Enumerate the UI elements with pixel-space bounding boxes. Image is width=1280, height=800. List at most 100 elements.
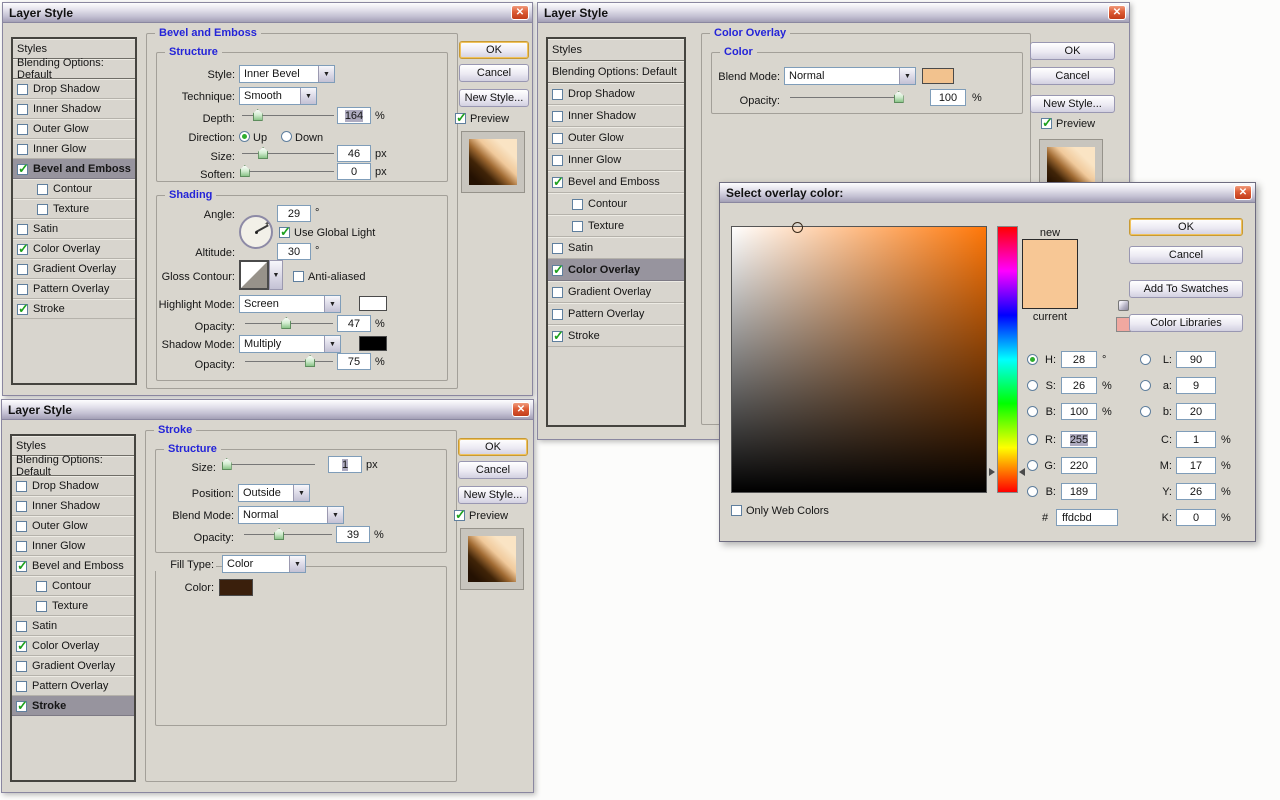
checkbox[interactable]: [552, 154, 563, 166]
ok-button[interactable]: OK: [1129, 218, 1243, 236]
checkbox[interactable]: [17, 223, 28, 235]
blend-mode-select[interactable]: Normal ▼: [784, 67, 916, 85]
chevron-down-icon[interactable]: ▼: [899, 68, 915, 84]
checkbox[interactable]: [16, 638, 28, 654]
styles-list-item[interactable]: Color Overlay: [13, 239, 135, 259]
styles-list-item[interactable]: Drop Shadow: [13, 79, 135, 99]
shadow-opacity-input[interactable]: 75: [337, 353, 371, 370]
styles-list-item[interactable]: Color Overlay: [12, 636, 134, 656]
direction-down-radio[interactable]: [281, 131, 292, 142]
gloss-contour-picker[interactable]: [239, 260, 269, 290]
shadow-mode-select[interactable]: Multiply ▼: [239, 335, 341, 353]
color-libraries-button[interactable]: Color Libraries: [1129, 314, 1243, 332]
direction-up-radio[interactable]: [239, 131, 250, 142]
fill-type-select[interactable]: Color ▼: [222, 555, 306, 573]
b-input[interactable]: 100: [1061, 403, 1097, 420]
close-icon[interactable]: ✕: [512, 402, 530, 417]
title-bar[interactable]: Layer Style ✕: [2, 400, 533, 420]
new-style-button[interactable]: New Style...: [458, 486, 528, 504]
styles-list-item[interactable]: Pattern Overlay: [12, 676, 134, 696]
ok-button[interactable]: OK: [459, 41, 529, 59]
styles-list-item[interactable]: Texture: [548, 215, 684, 237]
checkbox[interactable]: [17, 83, 28, 95]
l-input[interactable]: 90: [1176, 351, 1216, 368]
checkbox[interactable]: [37, 203, 48, 215]
checkbox[interactable]: [552, 308, 563, 320]
checkbox[interactable]: [552, 88, 563, 100]
cancel-button[interactable]: Cancel: [1129, 246, 1243, 264]
s-input[interactable]: 26: [1061, 377, 1097, 394]
a-input[interactable]: 9: [1176, 377, 1216, 394]
anti-aliased-checkbox[interactable]: [293, 271, 304, 282]
checkbox[interactable]: [17, 301, 29, 317]
angle-input[interactable]: 29: [277, 205, 311, 222]
shadow-color-swatch[interactable]: [359, 336, 387, 351]
chevron-down-icon[interactable]: ▼: [300, 88, 316, 104]
chevron-down-icon[interactable]: ▼: [327, 507, 343, 523]
title-bar[interactable]: Select overlay color: ✕: [720, 183, 1255, 203]
styles-list-item[interactable]: Color Overlay: [548, 259, 684, 281]
checkbox[interactable]: [572, 220, 583, 232]
chevron-down-icon[interactable]: ▼: [269, 260, 283, 290]
styles-list-item[interactable]: Texture: [13, 199, 135, 219]
a-radio[interactable]: [1140, 380, 1151, 391]
b2-radio[interactable]: [1027, 486, 1038, 497]
styles-list-item[interactable]: Inner Glow: [548, 149, 684, 171]
lab-b-input[interactable]: 20: [1176, 403, 1216, 420]
close-icon[interactable]: ✕: [511, 5, 529, 20]
checkbox[interactable]: [17, 103, 28, 115]
stroke-color-swatch[interactable]: [219, 579, 253, 596]
checkbox[interactable]: [17, 263, 28, 275]
soften-slider[interactable]: [239, 165, 334, 178]
styles-list-item[interactable]: Styles: [13, 39, 135, 59]
depth-slider[interactable]: [242, 109, 334, 122]
checkbox[interactable]: [17, 161, 29, 177]
styles-list-item[interactable]: Inner Glow: [12, 536, 134, 556]
styles-list-item[interactable]: Gradient Overlay: [548, 281, 684, 303]
gamut-cube-icon[interactable]: [1118, 300, 1129, 311]
hex-input[interactable]: ffdcbd: [1056, 509, 1118, 526]
checkbox[interactable]: [16, 698, 28, 714]
checkbox[interactable]: [552, 262, 564, 278]
checkbox[interactable]: [37, 183, 48, 195]
c-input[interactable]: 1: [1176, 431, 1216, 448]
m-input[interactable]: 17: [1176, 457, 1216, 474]
styles-list-item[interactable]: Bevel and Emboss: [548, 171, 684, 193]
checkbox[interactable]: [552, 174, 564, 190]
b-radio[interactable]: [1027, 406, 1038, 417]
technique-select[interactable]: Smooth ▼: [239, 87, 317, 105]
checkbox[interactable]: [16, 680, 27, 692]
new-style-button[interactable]: New Style...: [459, 89, 529, 107]
size-input[interactable]: 46: [337, 145, 371, 162]
styles-list-item[interactable]: Pattern Overlay: [13, 279, 135, 299]
title-bar[interactable]: Layer Style ✕: [538, 3, 1129, 23]
use-global-light-checkbox[interactable]: [279, 224, 291, 240]
styles-list-item[interactable]: Satin: [548, 237, 684, 259]
styles-list-item[interactable]: Contour: [13, 179, 135, 199]
ok-button[interactable]: OK: [1030, 42, 1115, 60]
checkbox[interactable]: [552, 132, 563, 144]
chevron-down-icon[interactable]: ▼: [324, 296, 340, 312]
cancel-button[interactable]: Cancel: [458, 461, 528, 479]
opacity-slider[interactable]: [790, 91, 904, 104]
chevron-down-icon[interactable]: ▼: [293, 485, 309, 501]
styles-list-item[interactable]: Stroke: [548, 325, 684, 347]
y-input[interactable]: 26: [1176, 483, 1216, 500]
style-select[interactable]: Inner Bevel ▼: [239, 65, 335, 83]
size-slider[interactable]: [242, 147, 334, 160]
styles-list-item[interactable]: Contour: [548, 193, 684, 215]
highlight-mode-select[interactable]: Screen ▼: [239, 295, 341, 313]
hue-slider-right-arrow[interactable]: [1019, 468, 1025, 476]
close-icon[interactable]: ✕: [1234, 185, 1252, 200]
color-field[interactable]: [731, 222, 987, 493]
checkbox[interactable]: [16, 558, 28, 574]
g-input[interactable]: 220: [1061, 457, 1097, 474]
s-radio[interactable]: [1027, 380, 1038, 391]
cancel-button[interactable]: Cancel: [459, 64, 529, 82]
styles-list-item[interactable]: Inner Shadow: [12, 496, 134, 516]
altitude-input[interactable]: 30: [277, 243, 311, 260]
preview-checkbox[interactable]: [455, 110, 467, 126]
styles-list-item[interactable]: Contour: [12, 576, 134, 596]
overlay-color-swatch[interactable]: [922, 68, 954, 84]
styles-list-item[interactable]: Pattern Overlay: [548, 303, 684, 325]
